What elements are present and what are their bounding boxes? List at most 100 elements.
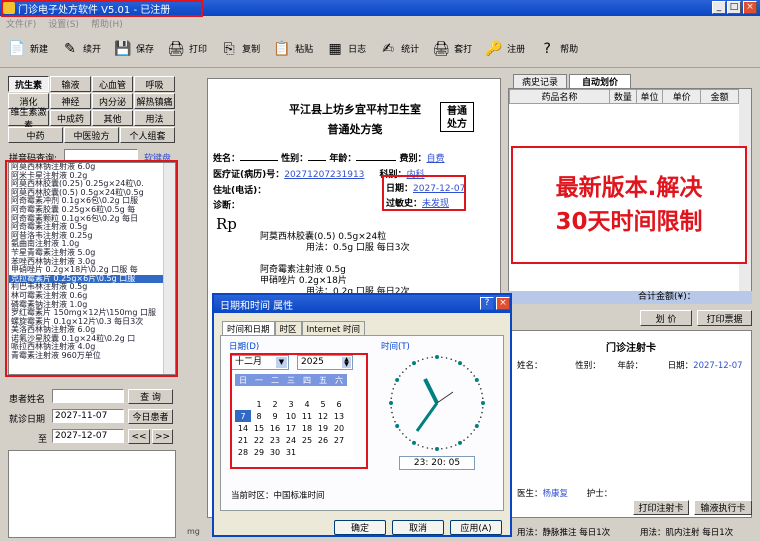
date-to-input[interactable]: 2027-12-07	[52, 429, 124, 443]
diagnosis-label: 诊断：	[213, 201, 241, 211]
ok-button[interactable]: 确定	[334, 520, 386, 535]
inj-doctor-value: 杨康复	[542, 489, 569, 499]
clock-tick	[481, 397, 484, 399]
dialog-tabs: 时间和日期 时区 Internet 时间	[222, 321, 365, 335]
category-button[interactable]: 个人组套	[120, 127, 175, 143]
prev-page-button[interactable]: <<	[128, 429, 150, 444]
continue-icon: ✎	[64, 40, 76, 57]
tab-date-time[interactable]: 时间和日期	[222, 321, 275, 335]
col-unit: 单位	[635, 89, 664, 104]
toolbar-button-1[interactable]: ✎ 续开	[59, 38, 101, 60]
toolbar-button-10[interactable]: ? 帮助	[536, 38, 578, 60]
apply-button[interactable]: 应用(A)	[450, 520, 502, 535]
tab-timezone[interactable]: 时区	[274, 321, 302, 335]
fee-label: 费别：	[399, 154, 427, 164]
category-button[interactable]: 解热镇痛	[134, 93, 175, 109]
menu-help[interactable]: 帮助(H)	[91, 17, 123, 30]
fee-value[interactable]: 自费	[426, 154, 444, 164]
rp-symbol: Rp	[216, 215, 237, 233]
category-button[interactable]: 维生素激素	[8, 108, 49, 131]
clock-tick	[470, 432, 472, 435]
toolbar-label: 打印	[189, 45, 208, 55]
card-value[interactable]: 20271207231913	[284, 170, 364, 180]
price-button[interactable]: 划 价	[640, 310, 692, 326]
tab-internet-time[interactable]: Internet 时间	[301, 321, 365, 335]
category-button[interactable]: 中医验方	[64, 127, 119, 143]
category-button[interactable]: 神经	[50, 93, 91, 109]
clock-tick	[481, 411, 483, 414]
toolbar-button-8[interactable]: 🖨 套打	[430, 38, 472, 60]
clock-tick	[421, 358, 424, 361]
new-doc-icon: 📄	[8, 40, 26, 57]
clock-tick	[391, 392, 393, 395]
toolbar: 📄 新建 ✎ 续开 💾 保存 🖨 打印 ⎘ 复制 📋 粘贴 ▦ 日志 ✍ 统计 🖨 套打 🔑 注册 ? 帮助	[0, 30, 760, 68]
date-highlight	[382, 175, 466, 211]
cancel-button[interactable]: 取消	[392, 520, 444, 535]
print-receipt-button[interactable]: 打印票据	[697, 310, 752, 326]
time-input[interactable]: 23: 20: 05	[399, 456, 475, 470]
category-button[interactable]: 中成药	[50, 110, 91, 126]
clock-tick	[395, 378, 400, 382]
col-amount: 金额	[700, 89, 739, 104]
inj-date-value: 2027-12-07	[693, 361, 743, 371]
inj-sex-label: 性别：	[575, 361, 601, 371]
clock-tick	[474, 424, 479, 428]
close-button[interactable]: ×	[743, 1, 757, 14]
print-icon: 🖨	[167, 40, 185, 57]
category-button[interactable]: 中药	[8, 127, 63, 143]
toolbar-button-2[interactable]: 💾 保存	[112, 38, 154, 60]
injection-info-row: 姓名： 性别： 年龄： 日期：2027-12-07	[517, 359, 743, 371]
total-bar: 合计金额(¥)：	[508, 291, 752, 304]
toolbar-button-9[interactable]: 🔑 注册	[483, 38, 525, 60]
maximize-button[interactable]: □	[727, 1, 741, 14]
toolbar-button-4[interactable]: ⎘ 复制	[218, 38, 260, 60]
log-icon: ▦	[328, 40, 342, 57]
minimize-button[interactable]: _	[712, 1, 726, 14]
category-button[interactable]: 心血管	[92, 76, 133, 92]
infusion-card-button[interactable]: 输液执行卡	[694, 500, 752, 515]
clock-tick	[426, 447, 429, 449]
dialog-close-button[interactable]: ×	[496, 297, 510, 310]
toolbar-label: 复制	[242, 45, 261, 55]
menu-file[interactable]: 文件(F)	[6, 17, 36, 30]
category-button[interactable]: 输液	[50, 76, 91, 92]
toolbar-button-7[interactable]: ✍ 统计	[377, 38, 419, 60]
clock-tick	[392, 387, 395, 390]
injection-card: 门诊注射卡 姓名： 性别： 年龄： 日期：2027-12-07 医生：杨康复 护…	[508, 330, 752, 518]
toolbar-button-3[interactable]: 🖨 打印	[165, 38, 207, 60]
inj-name-label: 姓名：	[517, 361, 543, 371]
toolbar-label: 日志	[348, 45, 367, 55]
category-button[interactable]: 呼吸	[134, 76, 175, 92]
stats-icon: ✍	[382, 40, 394, 57]
category-button[interactable]: 抗生素	[8, 76, 49, 92]
category-button[interactable]: 其他	[92, 110, 133, 126]
category-button[interactable]: 内分泌	[92, 93, 133, 109]
drug-list-highlight	[5, 160, 178, 377]
patient-list[interactable]	[8, 450, 176, 538]
clock-tick	[478, 420, 480, 423]
clock-tick	[450, 358, 453, 361]
clock-tick	[441, 356, 443, 359]
toolbar-label: 新建	[30, 45, 49, 55]
category-button[interactable]: 用法	[134, 110, 175, 126]
toolbar-button-5[interactable]: 📋 粘贴	[271, 38, 313, 60]
toolbar-button-0[interactable]: 📄 新建	[6, 38, 48, 60]
search-button[interactable]: 查 询	[128, 389, 173, 404]
category-panel: 抗生素 输液 心血管 呼吸 消化 神经 内分泌 解热镇痛 维生素激素 中成药 其他 用法 中药 中医验方个…	[8, 76, 176, 144]
dialog-help-button[interactable]: ?	[480, 297, 494, 310]
next-page-button[interactable]: >>	[152, 429, 173, 444]
print-injection-card-button[interactable]: 打印注射卡	[633, 500, 689, 515]
copy-icon: ⎘	[223, 40, 235, 57]
toolbar-button-6[interactable]: ▦ 日志	[324, 38, 366, 60]
clock-tick	[479, 416, 482, 419]
today-patients-button[interactable]: 今日患者	[128, 409, 173, 424]
patient-name-input[interactable]	[52, 389, 124, 403]
status-usage-1: 用法：静脉推注 每日1次	[517, 528, 611, 538]
menu-settings[interactable]: 设置(S)	[48, 17, 79, 30]
date-from-input[interactable]: 2027-11-07	[52, 409, 124, 423]
tab-auto-pricing[interactable]: 自动划价	[569, 74, 631, 88]
status-usage-2: 用法：肌内注射 每日1次	[640, 528, 734, 538]
clock-tick	[454, 360, 457, 362]
tab-history[interactable]: 病史记录	[513, 74, 567, 88]
clock-tick	[394, 383, 396, 386]
